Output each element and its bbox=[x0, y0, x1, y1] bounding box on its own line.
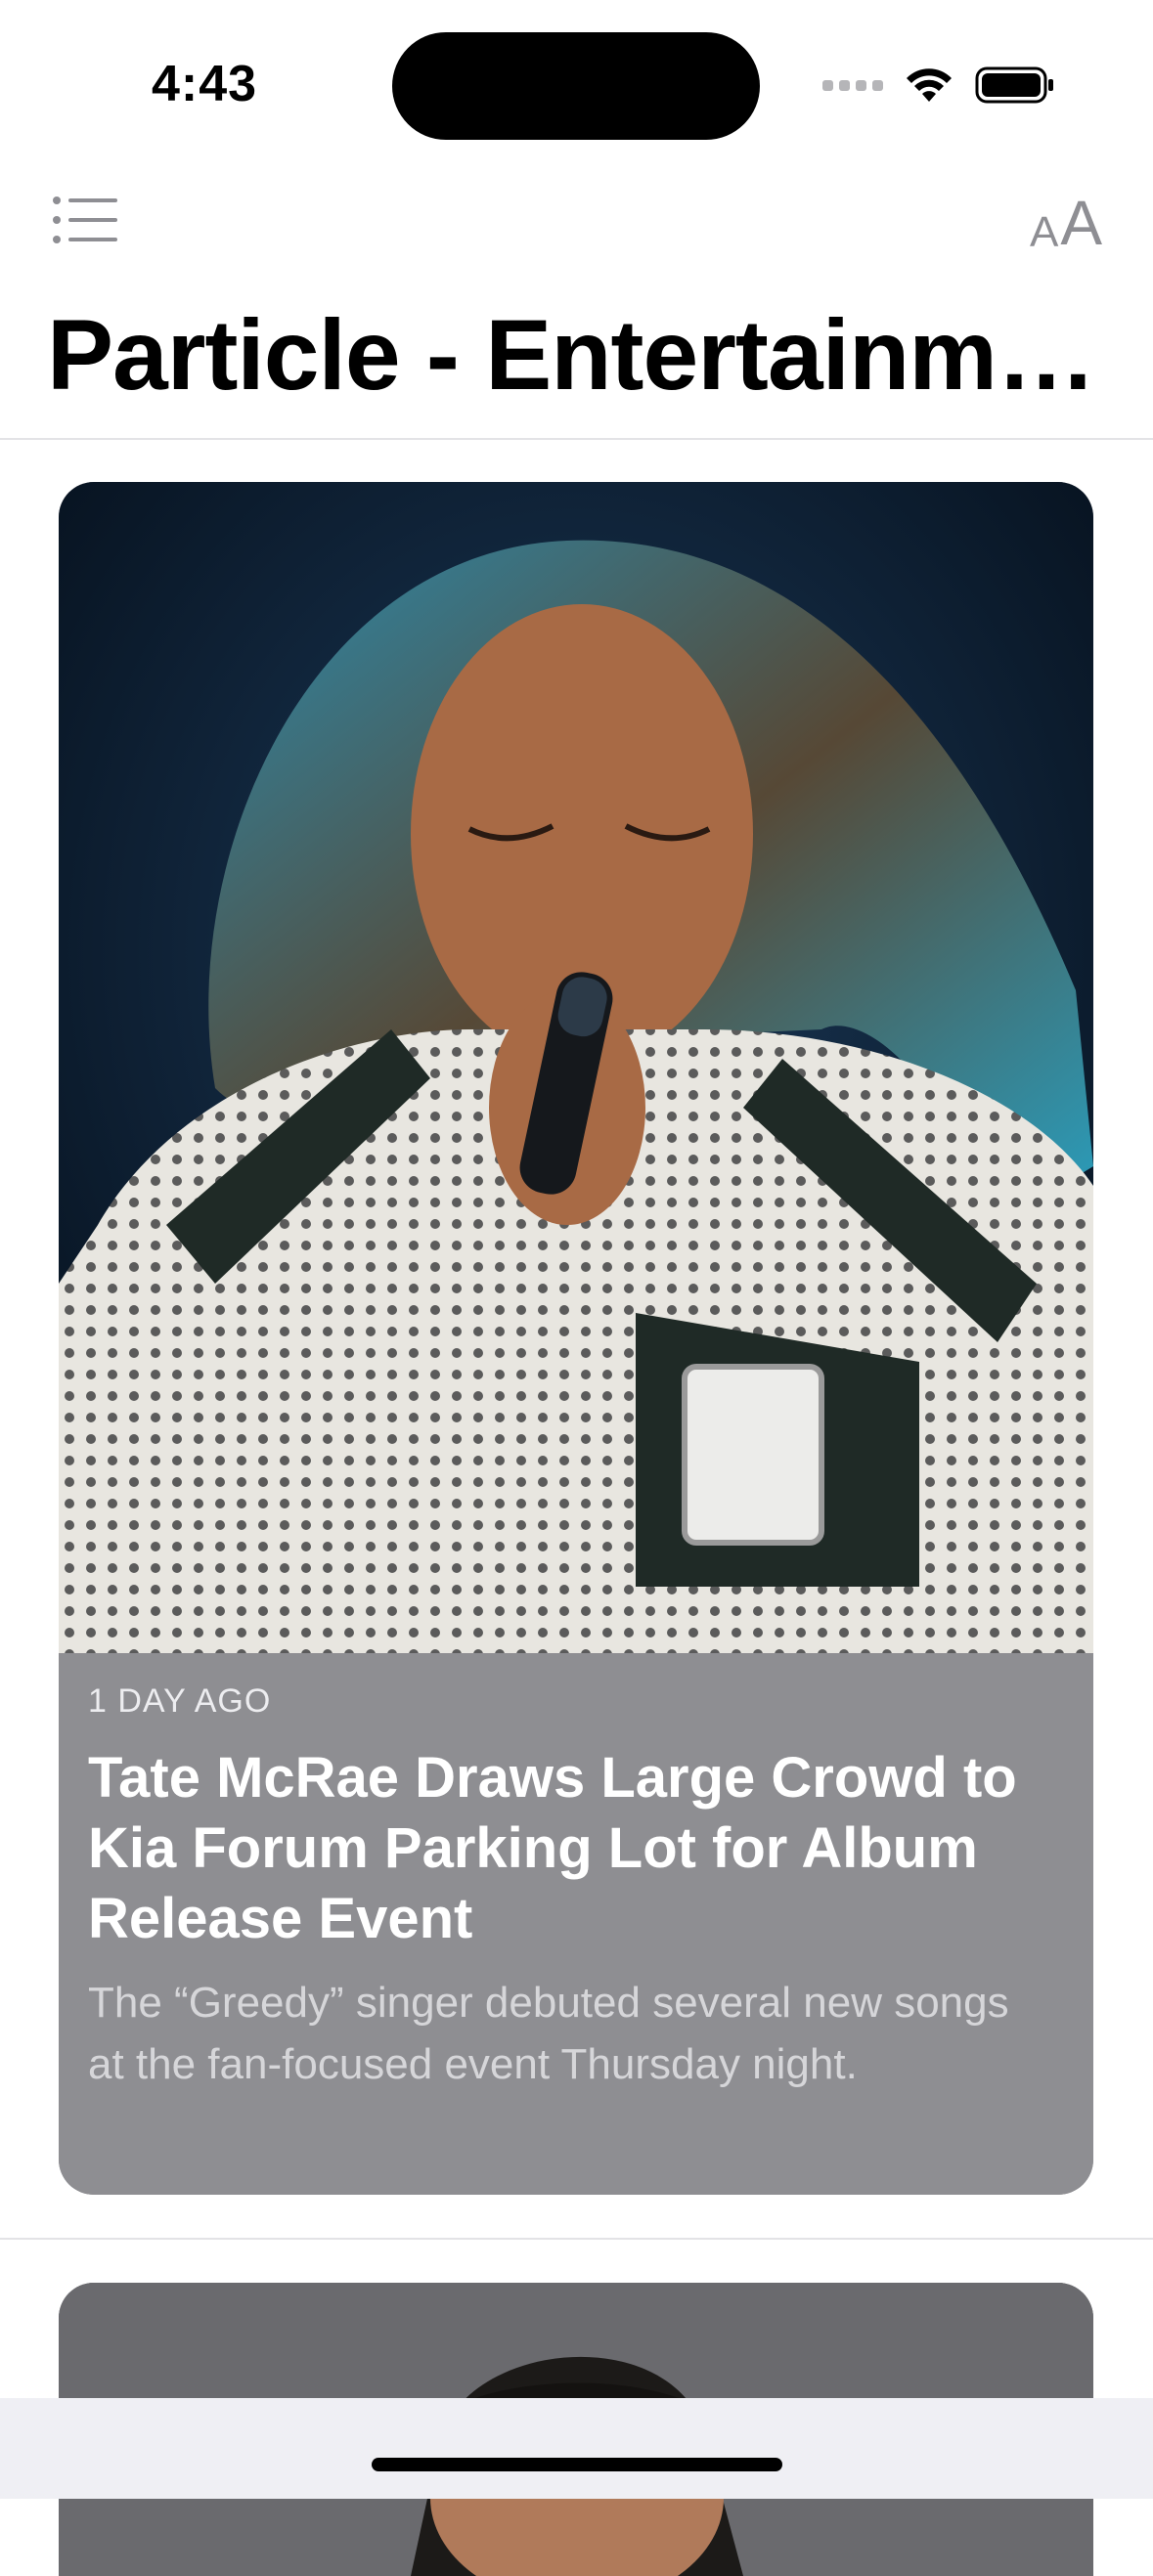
title-divider bbox=[0, 438, 1153, 440]
home-indicator-area bbox=[0, 2398, 1153, 2499]
dynamic-island bbox=[392, 32, 760, 140]
article-body: 1 DAY AGO Tate McRae Draws Large Crowd t… bbox=[59, 1653, 1093, 2195]
text-size-small-glyph: A bbox=[1029, 208, 1059, 256]
cellular-signal-icon bbox=[822, 79, 883, 91]
page-title: Particle - Entertainme... bbox=[47, 299, 1113, 411]
article-image bbox=[59, 482, 1093, 1653]
battery-icon bbox=[975, 66, 1053, 104]
article-summary: The “Greedy” singer debuted several new … bbox=[88, 1979, 1009, 2088]
text-size-icon[interactable]: A A bbox=[1030, 186, 1102, 254]
article-card[interactable]: 1 DAY AGO Tate McRae Draws Large Crowd t… bbox=[59, 482, 1093, 2195]
status-time: 4:43 bbox=[152, 56, 258, 112]
article-headline[interactable]: Tate McRae Draws Large Crowd to Kia Foru… bbox=[88, 1743, 1066, 1954]
status-icons bbox=[822, 61, 1055, 109]
wifi-icon bbox=[907, 68, 952, 102]
article-divider bbox=[0, 2238, 1153, 2240]
home-indicator[interactable] bbox=[372, 2458, 782, 2471]
status-bar: 4:43 bbox=[0, 0, 1153, 166]
article-age: 1 DAY AGO bbox=[88, 1682, 272, 1720]
list-icon[interactable] bbox=[51, 191, 119, 254]
text-size-large-glyph: A bbox=[1060, 188, 1102, 258]
